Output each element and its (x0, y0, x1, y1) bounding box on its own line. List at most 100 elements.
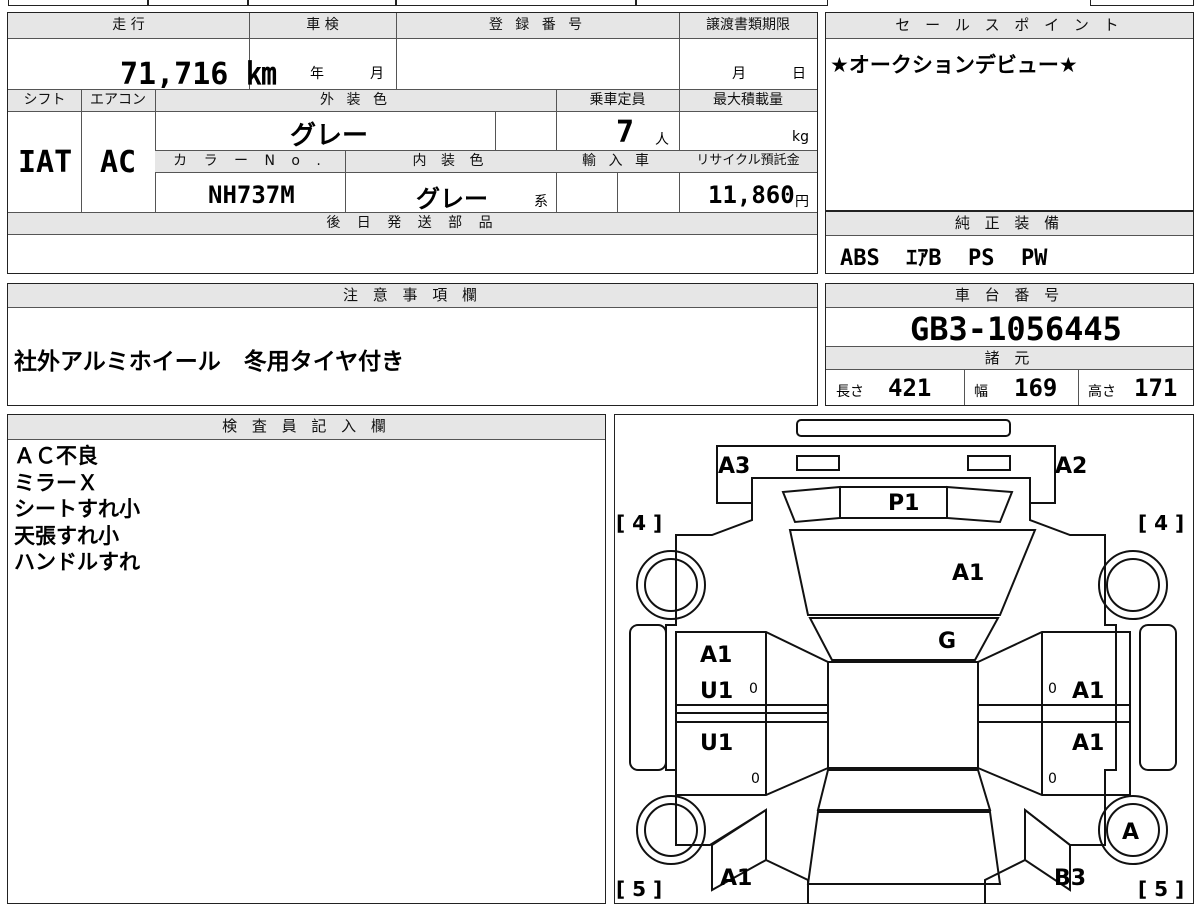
inspector-line: ハンドルすれ (14, 550, 140, 574)
car-diagram-box: A3 A2 P1 A1 G A1 U1 A1 U1 A1 A A1 B3 0 0… (614, 414, 1194, 904)
mark-right-rear-door: A1 (1072, 731, 1104, 756)
chassis-label: 車 台 番 号 (826, 284, 1193, 308)
capacity-unit: 人 (655, 132, 669, 148)
mark-right-rear-wheel: A (1122, 820, 1139, 845)
interior-color-label: 内 装 色 (345, 151, 556, 173)
recycle-label: リサイクル預託金 (679, 151, 817, 173)
sales-point-text: ★オークションデビュー★ (830, 53, 1078, 77)
specs-label: 諸 元 (826, 346, 1193, 370)
height-label: 高さ (1088, 384, 1116, 400)
top-strip (148, 0, 248, 6)
mark-glass: G (938, 629, 956, 654)
left-side-panel-shape (628, 623, 667, 771)
mark-a3: A3 (718, 454, 750, 479)
tailgate-shape (806, 810, 1001, 885)
capacity-value: 7 (616, 115, 635, 150)
front-bumper-outline (715, 444, 1056, 504)
mark-left-rear-door: U1 (700, 731, 733, 756)
mark-p1: P1 (888, 491, 919, 516)
windshield-shape (807, 616, 1000, 661)
shift-label: シフト (8, 90, 81, 112)
inspector-notes: ＡＣ不良 ミラーＸ シートすれ小 天張すれ小 ハンドルすれ (14, 443, 140, 576)
height-value: 171 (1134, 374, 1178, 402)
mark-a2: A2 (1055, 454, 1087, 479)
transfer-month-unit: 月 (732, 66, 746, 82)
inspector-box: 検 査 員 記 入 欄 ＡＣ不良 ミラーＸ シートすれ小 天張すれ小 ハンドルす… (7, 414, 606, 904)
capacity-label: 乗車定員 (556, 90, 679, 112)
top-strip (396, 0, 636, 6)
exterior-color-label: 外 装 色 (155, 90, 556, 112)
notes-box: 注 意 事 項 欄 社外アルミホイール 冬用タイヤ付き (7, 283, 818, 406)
sales-point-label: セ ー ル ス ポ イ ン ト (826, 13, 1193, 39)
max-load-label: 最大積載量 (679, 90, 817, 112)
equipment-box: 純 正 装 備 ABS ｴｱB PS PW (825, 211, 1194, 274)
inspector-line: シートすれ小 (14, 497, 140, 521)
small-zero: 0 (1048, 771, 1057, 787)
small-zero: 0 (751, 771, 760, 787)
tire-front-left: [ 4 ] (616, 511, 662, 535)
chassis-box: 車 台 番 号 GB3-1056445 諸 元 長さ 421 幅 169 高さ … (825, 283, 1194, 406)
small-zero: 0 (1048, 681, 1057, 697)
later-parts-label: 後 日 発 送 部 品 (8, 213, 817, 235)
mark-right-front-door: A1 (1072, 679, 1104, 704)
tire-rear-right: [ 5 ] (1138, 877, 1184, 901)
max-load-unit: kg (792, 129, 809, 145)
wheel-front-left-shape (635, 549, 706, 620)
inspection-label: 車 検 (249, 13, 396, 39)
length-value: 421 (888, 374, 932, 402)
headlight-left-shape (795, 454, 840, 471)
grille-left-shape (781, 485, 841, 523)
notes-label: 注 意 事 項 欄 (8, 284, 817, 308)
inspection-year-unit: 年 (310, 66, 324, 82)
wheel-front-right-shape (1097, 549, 1168, 620)
mark-left-rear-quarter: A1 (720, 866, 752, 891)
inspector-label: 検 査 員 記 入 欄 (8, 415, 605, 440)
width-label: 幅 (974, 384, 988, 400)
width-value: 169 (1014, 374, 1058, 402)
top-strip (8, 0, 148, 6)
top-strip (636, 0, 828, 6)
shift-value: IAT (18, 145, 73, 180)
small-zero: 0 (749, 681, 758, 697)
mark-left-front-door: A1 (700, 643, 732, 668)
inspector-line: 天張すれ小 (14, 523, 119, 548)
tire-rear-left: [ 5 ] (616, 877, 662, 901)
vehicle-info-table: 走 行 車 検 登 録 番 号 譲渡書類期限 71,716 ㎞ 年 月 月 日 … (7, 12, 818, 274)
rear-window-shape (816, 768, 991, 811)
headlight-right-shape (966, 454, 1011, 471)
tire-front-right: [ 4 ] (1138, 511, 1184, 535)
inspection-month-unit: 月 (370, 66, 384, 82)
sales-point-box: セ ー ル ス ポ イ ン ト ★オークションデビュー★ (825, 12, 1194, 211)
hood-shape (788, 528, 1036, 616)
length-label: 長さ (836, 384, 864, 400)
recycle-fee-value: 11,860 (708, 181, 795, 209)
mileage-value: 71,716 ㎞ (120, 57, 277, 92)
chassis-number: GB3-1056445 (910, 310, 1122, 348)
registration-label: 登 録 番 号 (396, 13, 679, 39)
roof-shape (826, 660, 979, 769)
interior-color-value: グレー (416, 185, 488, 213)
notes-text: 社外アルミホイール 冬用タイヤ付き (14, 349, 405, 375)
mileage-label: 走 行 (8, 13, 249, 39)
ac-label: エアコン (81, 90, 155, 112)
wheel-rear-left-shape (635, 794, 706, 865)
color-no-value: NH737M (208, 181, 295, 209)
inspector-line: ミラーＸ (14, 470, 98, 495)
right-side-panel-shape (1138, 623, 1177, 771)
ac-value: AC (100, 145, 137, 180)
body-outline (664, 502, 1117, 904)
transfer-deadline-label: 譲渡書類期限 (679, 13, 817, 39)
exterior-color-value: グレー (290, 121, 369, 151)
car-diagram: A3 A2 P1 A1 G A1 U1 A1 U1 A1 A A1 B3 0 0… (616, 418, 1184, 904)
color-no-label: カ ラ ー N o . (155, 151, 345, 173)
top-strip (1090, 0, 1194, 6)
interior-color-suffix: 系 (534, 194, 548, 210)
equipment-items: ABS ｴｱB PS PW (840, 246, 1048, 271)
top-strip (248, 0, 396, 6)
recycle-fee-unit: 円 (795, 194, 809, 210)
transfer-day-unit: 日 (792, 66, 806, 82)
mark-right-rear-quarter: B3 (1054, 866, 1086, 891)
import-label: 輸 入 車 (556, 151, 679, 173)
grille-right-shape (945, 485, 1013, 523)
equipment-label: 純 正 装 備 (826, 212, 1193, 236)
